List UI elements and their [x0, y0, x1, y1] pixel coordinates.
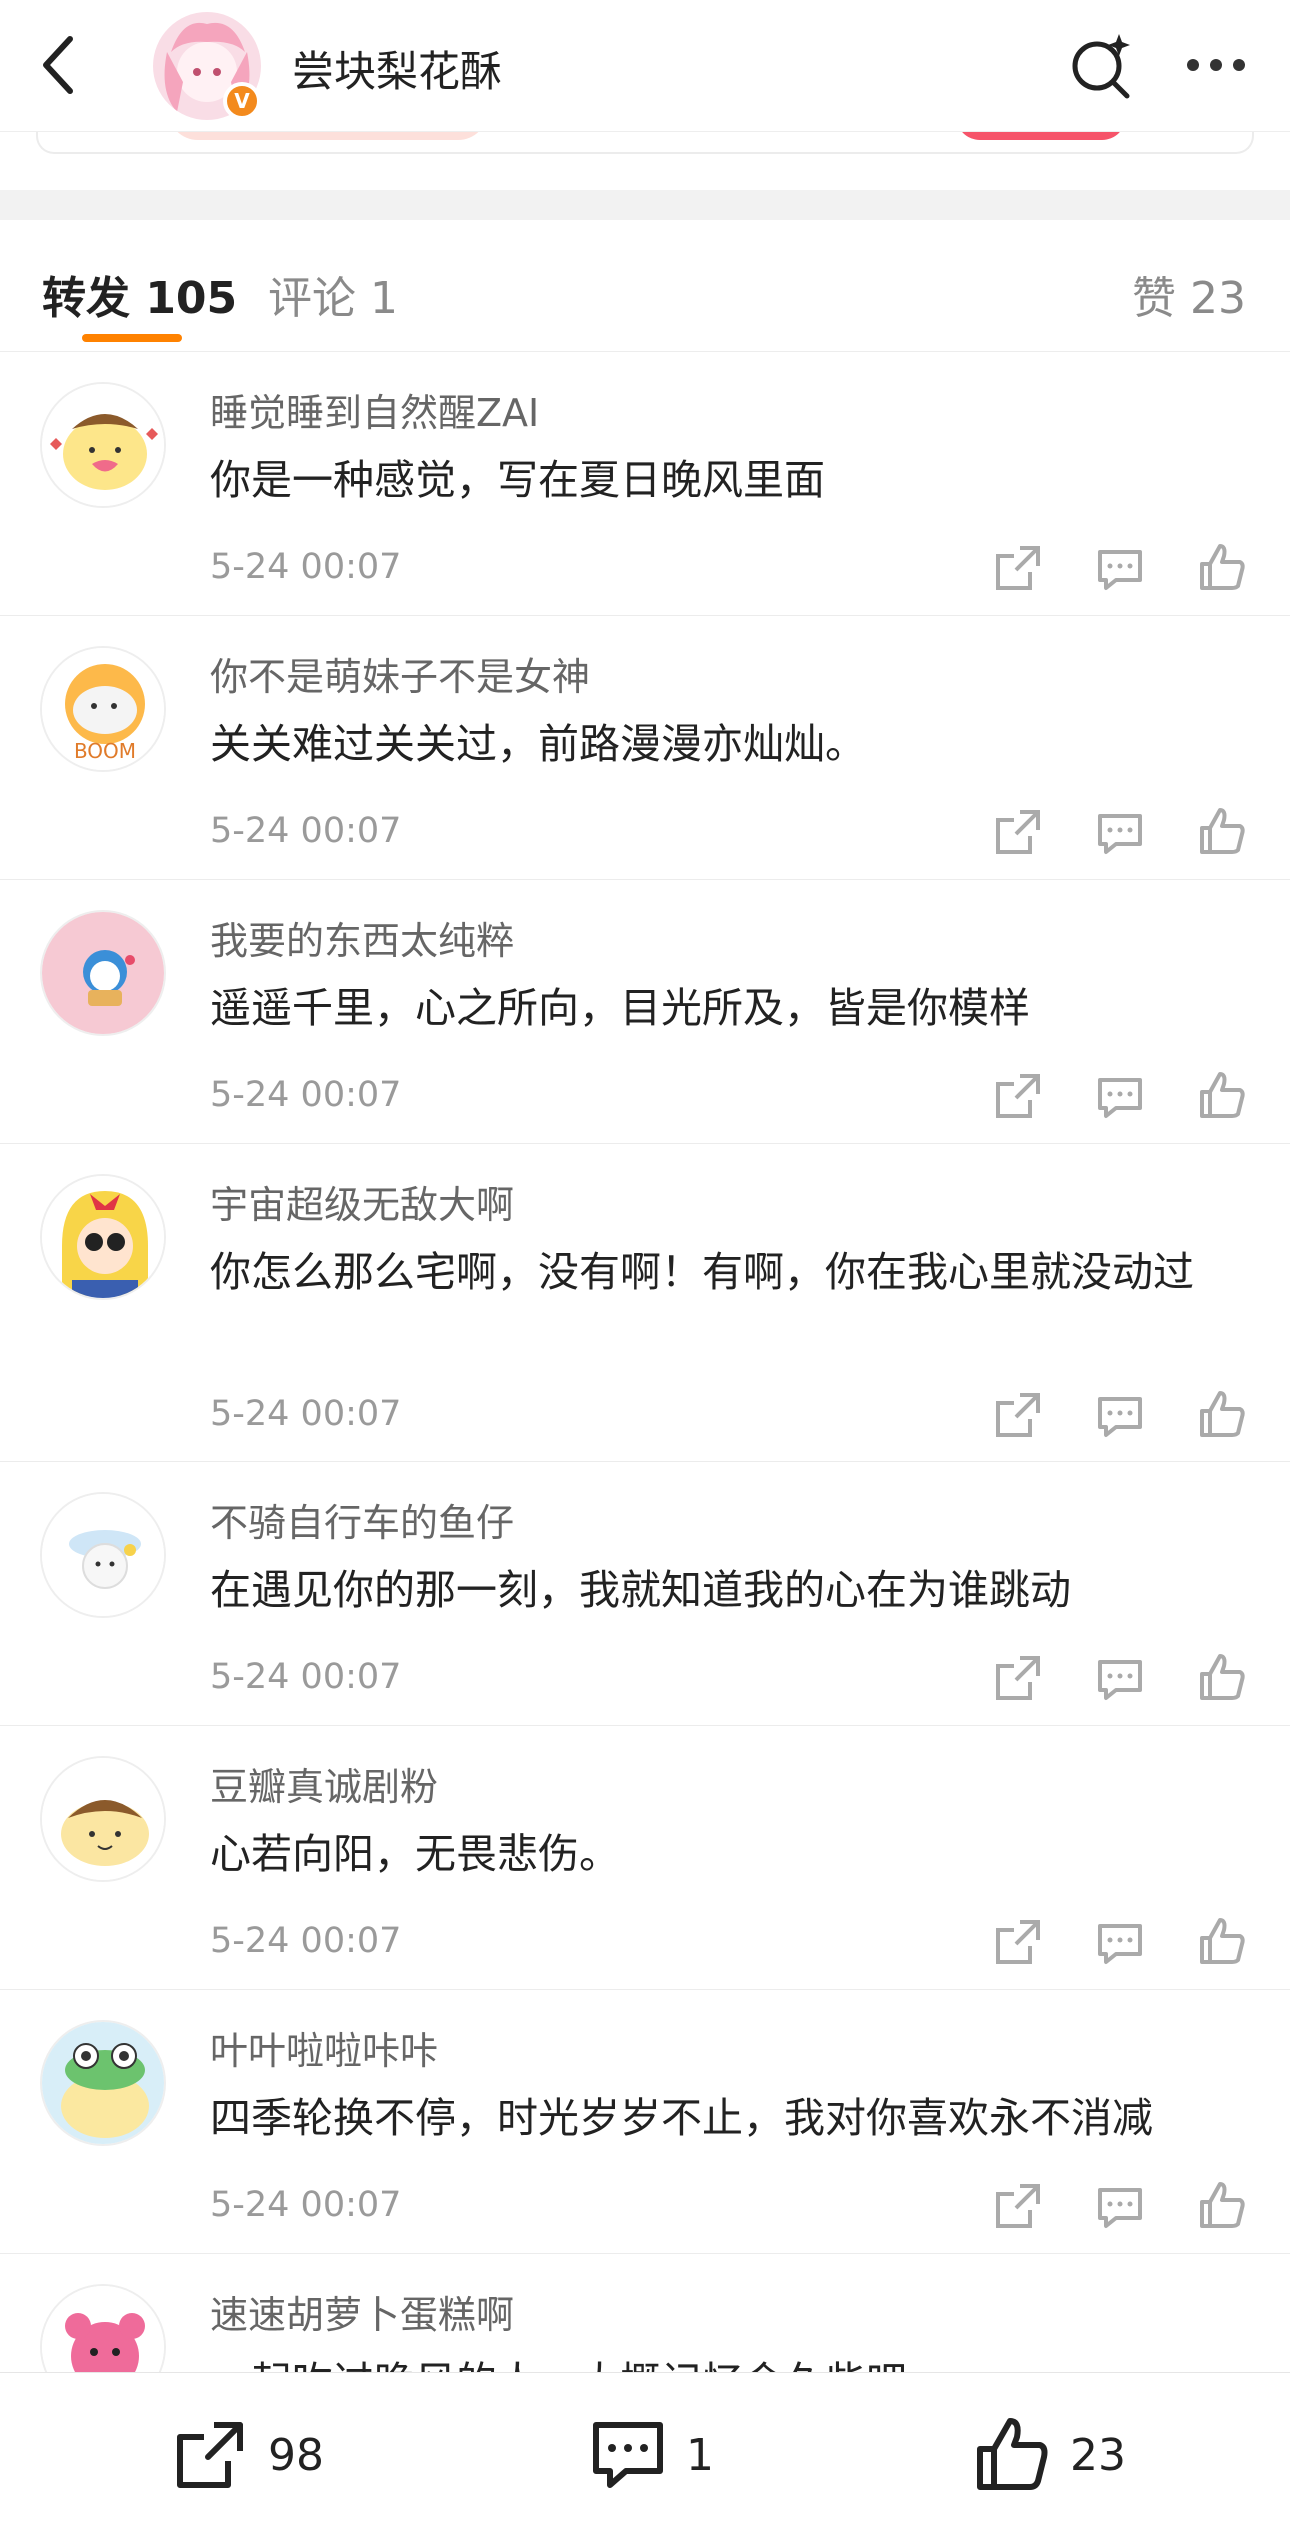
repost-button[interactable]: 98 — [170, 2415, 324, 2495]
user-avatar[interactable] — [40, 2284, 166, 2372]
like-button[interactable]: 23 — [972, 2415, 1126, 2495]
user-avatar[interactable] — [40, 1492, 166, 1618]
tab-likes[interactable]: 赞 23 — [1132, 262, 1246, 326]
tab-forward[interactable]: 转发 105 — [42, 262, 237, 326]
comment-icon[interactable] — [1092, 1914, 1148, 1970]
timestamp: 5-24 00:07 — [210, 1657, 402, 1697]
list-item[interactable]: 叶叶啦啦咔咔 四季轮换不停，时光岁岁不止，我对你喜欢永不消减 5-24 00:0… — [0, 1990, 1290, 2254]
repost-text: 在遇见你的那一刻，我就知道我的心在为谁跳动 — [210, 1566, 1071, 1614]
tab-comments[interactable]: 评论 1 — [268, 262, 398, 326]
like-icon[interactable] — [1194, 1387, 1250, 1443]
share-icon[interactable] — [990, 1068, 1046, 1124]
verified-badge: V — [223, 82, 261, 120]
list-item[interactable]: 我要的东西太纯粹 遥遥千里，心之所向，目光所及，皆是你模样 5-24 00:07 — [0, 880, 1290, 1144]
user-avatar[interactable] — [40, 1756, 166, 1882]
share-icon[interactable] — [990, 1387, 1046, 1443]
more-dot-icon — [1210, 59, 1222, 71]
repost-count: 98 — [268, 2429, 324, 2481]
share-icon[interactable] — [990, 804, 1046, 860]
username[interactable]: 豆瓣真诚剧粉 — [210, 1756, 438, 1811]
repost-text: 你怎么那么宅啊，没有啊！有啊，你在我心里就没动过 — [210, 1248, 1194, 1296]
back-button[interactable] — [28, 30, 88, 100]
interaction-tabs: 转发 105 评论 1 赞 23 — [0, 220, 1290, 352]
timestamp: 5-24 00:07 — [210, 2185, 402, 2225]
section-separator — [0, 190, 1290, 220]
username[interactable]: 速速胡萝卜蛋糕啊 — [210, 2284, 514, 2339]
search-sparkle-icon — [1072, 34, 1130, 99]
timestamp: 5-24 00:07 — [210, 1394, 402, 1434]
more-dot-icon — [1187, 59, 1199, 71]
list-item[interactable]: 不骑自行车的鱼仔 在遇见你的那一刻，我就知道我的心在为谁跳动 5-24 00:0… — [0, 1462, 1290, 1726]
back-arrow-icon — [43, 36, 73, 94]
comment-icon[interactable] — [1092, 1387, 1148, 1443]
like-icon[interactable] — [1194, 2178, 1250, 2234]
user-avatar[interactable] — [40, 2020, 166, 2146]
list-item[interactable]: 速速胡萝卜蛋糕啊 一起吹过晚风的人，大概记忆会久些吧 — [0, 2254, 1290, 2372]
share-icon[interactable] — [990, 540, 1046, 596]
username[interactable]: 你不是萌妹子不是女神 — [210, 646, 590, 701]
list-item[interactable]: 睡觉睡到自然醒ZAI 你是一种感觉，写在夏日晚风里面 5-24 00:07 — [0, 352, 1290, 616]
comment-count: 1 — [686, 2429, 714, 2481]
user-avatar[interactable] — [40, 382, 166, 508]
repost-text: 心若向阳，无畏悲伤。 — [210, 1830, 620, 1878]
comment-button[interactable]: 1 — [588, 2415, 714, 2495]
comment-icon[interactable] — [1092, 2178, 1148, 2234]
repost-text: 一起吹过晚风的人，大概记忆会久些吧 — [210, 2349, 1250, 2372]
username[interactable]: 我要的东西太纯粹 — [210, 910, 514, 965]
timestamp: 5-24 00:07 — [210, 1075, 402, 1115]
author-avatar[interactable]: V — [153, 12, 261, 120]
comment-icon — [593, 2422, 663, 2488]
repost-list: 睡觉睡到自然醒ZAI 你是一种感觉，写在夏日晚风里面 5-24 00:07 BO… — [0, 352, 1290, 2372]
username[interactable]: 不骑自行车的鱼仔 — [210, 1492, 514, 1547]
like-icon[interactable] — [1194, 1914, 1250, 1970]
user-avatar[interactable] — [40, 1174, 166, 1300]
thumbs-up-icon — [977, 2418, 1048, 2490]
like-icon[interactable] — [1194, 540, 1250, 596]
author-name[interactable]: 尝块梨花酥 — [292, 38, 502, 99]
timestamp: 5-24 00:07 — [210, 1921, 402, 1961]
like-icon[interactable] — [1194, 1068, 1250, 1124]
more-dot-icon — [1233, 59, 1245, 71]
repost-icon — [177, 2422, 243, 2488]
list-item[interactable]: 豆瓣真诚剧粉 心若向阳，无畏悲伤。 5-24 00:07 — [0, 1726, 1290, 1990]
timestamp: 5-24 00:07 — [210, 547, 402, 587]
search-button[interactable] — [1065, 30, 1137, 102]
like-icon[interactable] — [1194, 804, 1250, 860]
username[interactable]: 宇宙超级无敌大啊 — [210, 1174, 514, 1229]
comment-icon[interactable] — [1092, 1068, 1148, 1124]
list-item[interactable]: 宇宙超级无敌大啊 你怎么那么宅啊，没有啊！有啊，你在我心里就没动过 5-24 0… — [0, 1144, 1290, 1462]
repost-text: 遥遥千里，心之所向，目光所及，皆是你模样 — [210, 984, 1030, 1032]
top-bar: V 尝块梨花酥 — [0, 0, 1290, 132]
share-icon[interactable] — [990, 2178, 1046, 2234]
comment-icon[interactable] — [1092, 804, 1148, 860]
timestamp: 5-24 00:07 — [210, 811, 402, 851]
list-item[interactable]: BOOM 你不是萌妹子不是女神 关关难过关关过，前路漫漫亦灿灿。 5-24 00… — [0, 616, 1290, 880]
like-count: 23 — [1070, 2429, 1126, 2481]
user-avatar[interactable]: BOOM — [40, 646, 166, 772]
username[interactable]: 叶叶啦啦咔咔 — [210, 2020, 438, 2075]
more-options-button[interactable] — [1180, 35, 1252, 95]
username[interactable]: 睡觉睡到自然醒ZAI — [210, 382, 539, 437]
repost-text: 关关难过关关过，前路漫漫亦灿灿。 — [210, 720, 866, 768]
comment-icon[interactable] — [1092, 1650, 1148, 1706]
like-icon[interactable] — [1194, 1650, 1250, 1706]
active-tab-indicator — [82, 334, 182, 342]
bottom-action-bar: 98 1 23 — [0, 2372, 1290, 2533]
user-avatar[interactable] — [40, 910, 166, 1036]
repost-text: 你是一种感觉，写在夏日晚风里面 — [210, 456, 825, 504]
share-icon[interactable] — [990, 1914, 1046, 1970]
svg-text:BOOM: BOOM — [74, 739, 136, 763]
share-icon[interactable] — [990, 1650, 1046, 1706]
comment-icon[interactable] — [1092, 540, 1148, 596]
repost-text: 四季轮换不停，时光岁岁不止，我对你喜欢永不消减 — [210, 2094, 1153, 2142]
